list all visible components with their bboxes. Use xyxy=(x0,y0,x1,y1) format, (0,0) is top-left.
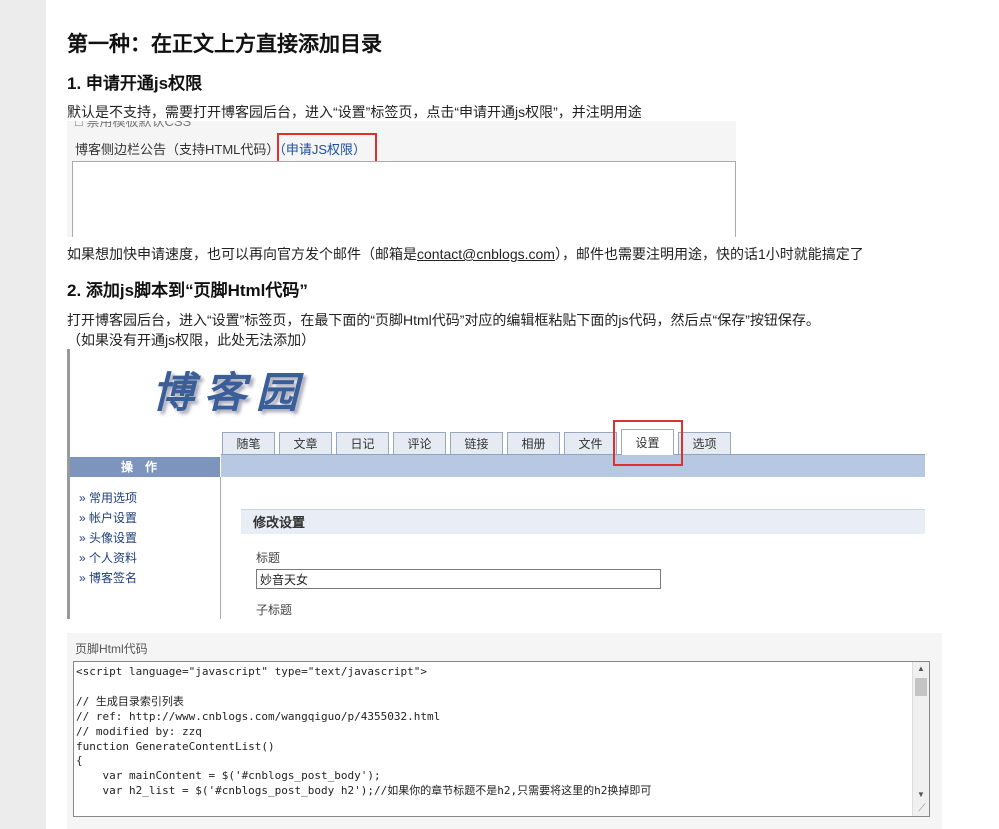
tab-comments[interactable]: 评论 xyxy=(393,432,446,454)
code-content: <script language="javascript" type="text… xyxy=(76,665,652,798)
notice-label-text: 博客侧边栏公告（支持HTML代码） xyxy=(75,142,280,157)
sidebar-item-signature[interactable]: » 博客签名 xyxy=(79,569,137,586)
after-text-before: 如果想加快申请速度，也可以再向官方发个邮件（邮箱是 xyxy=(67,246,417,262)
resize-grip-icon[interactable]: ⟋ xyxy=(915,802,929,816)
section2-desc: 打开博客园后台，进入“设置”标签页，在最下面的“页脚Html代码”对应的编辑框粘… xyxy=(67,312,820,328)
screenshot-sidebar-notice: □ 禁用模板默认CSS 博客侧边栏公告（支持HTML代码）（申请JS权限） xyxy=(67,121,736,237)
footer-html-textarea[interactable]: <script language="javascript" type="text… xyxy=(73,661,930,817)
page-heading: 第一种：在正文上方直接添加目录 xyxy=(67,33,382,56)
tab-options[interactable]: 选项 xyxy=(678,432,731,454)
title-input[interactable]: 妙音天女 xyxy=(256,569,661,589)
sidebar-item-profile[interactable]: » 个人资料 xyxy=(79,549,137,566)
sidebar-item-common[interactable]: » 常用选项 xyxy=(79,489,137,506)
after-text-after: ），邮件也需要注明用途，快的话1小时就能搞定了 xyxy=(554,246,864,262)
subtitle-label: 子标题 xyxy=(256,603,293,617)
screenshot-settings-page: 博客园 随笔 文章 日记 评论 链接 相册 文件 设置 选项 操作 » 常用选项… xyxy=(67,349,925,619)
section2-title: 2. 添加js脚本到“页脚Html代码” xyxy=(67,281,308,300)
title-label: 标题 xyxy=(256,551,281,565)
section2-note: （如果没有开通js权限，此处无法添加） xyxy=(67,332,316,348)
screenshot-footer-html: 页脚Html代码 <script language="javascript" t… xyxy=(67,633,942,829)
sidebar-header: 操作 xyxy=(70,457,220,477)
sidebar-item-avatar[interactable]: » 头像设置 xyxy=(79,529,137,546)
cut-off-option-text: □ 禁用模板默认CSS xyxy=(75,121,192,129)
scroll-down-arrow-icon[interactable]: ▼ xyxy=(913,788,929,802)
tab-files[interactable]: 文件 xyxy=(564,432,617,454)
section1-after-text: 如果想加快申请速度，也可以再向官方发个邮件（邮箱是contact@cnblogs… xyxy=(67,244,864,264)
vertical-scrollbar[interactable]: ▲ ▼ xyxy=(912,662,929,816)
settings-sidebar: » 常用选项 » 帐户设置 » 头像设置 » 个人资料 » 博客签名 xyxy=(70,477,221,619)
tab-articles[interactable]: 文章 xyxy=(279,432,332,454)
left-gutter xyxy=(0,0,46,829)
email-link[interactable]: contact@cnblogs.com xyxy=(417,246,555,262)
settings-highlight-box xyxy=(613,420,683,466)
section1-desc: 默认是不支持，需要打开博客园后台，进入“设置”标签页，点击“申请开通js权限”，… xyxy=(67,104,642,120)
section1-title: 1. 申请开通js权限 xyxy=(67,74,203,93)
tab-posts[interactable]: 随笔 xyxy=(222,432,275,454)
panel-title: 修改设置 xyxy=(241,509,925,534)
tab-album[interactable]: 相册 xyxy=(507,432,560,454)
tab-bar xyxy=(221,454,925,477)
sidebar-notice-textarea[interactable] xyxy=(72,161,736,237)
scroll-up-arrow-icon[interactable]: ▲ xyxy=(913,662,929,676)
sidebar-item-account[interactable]: » 帐户设置 xyxy=(79,509,137,526)
scroll-thumb[interactable] xyxy=(915,678,927,696)
modify-settings-panel: 修改设置 标题 妙音天女 子标题 xyxy=(241,509,925,619)
tab-links[interactable]: 链接 xyxy=(450,432,503,454)
footer-html-label: 页脚Html代码 xyxy=(75,642,148,656)
cnblogs-logo: 博客园 xyxy=(152,368,309,417)
tab-diary[interactable]: 日记 xyxy=(336,432,389,454)
